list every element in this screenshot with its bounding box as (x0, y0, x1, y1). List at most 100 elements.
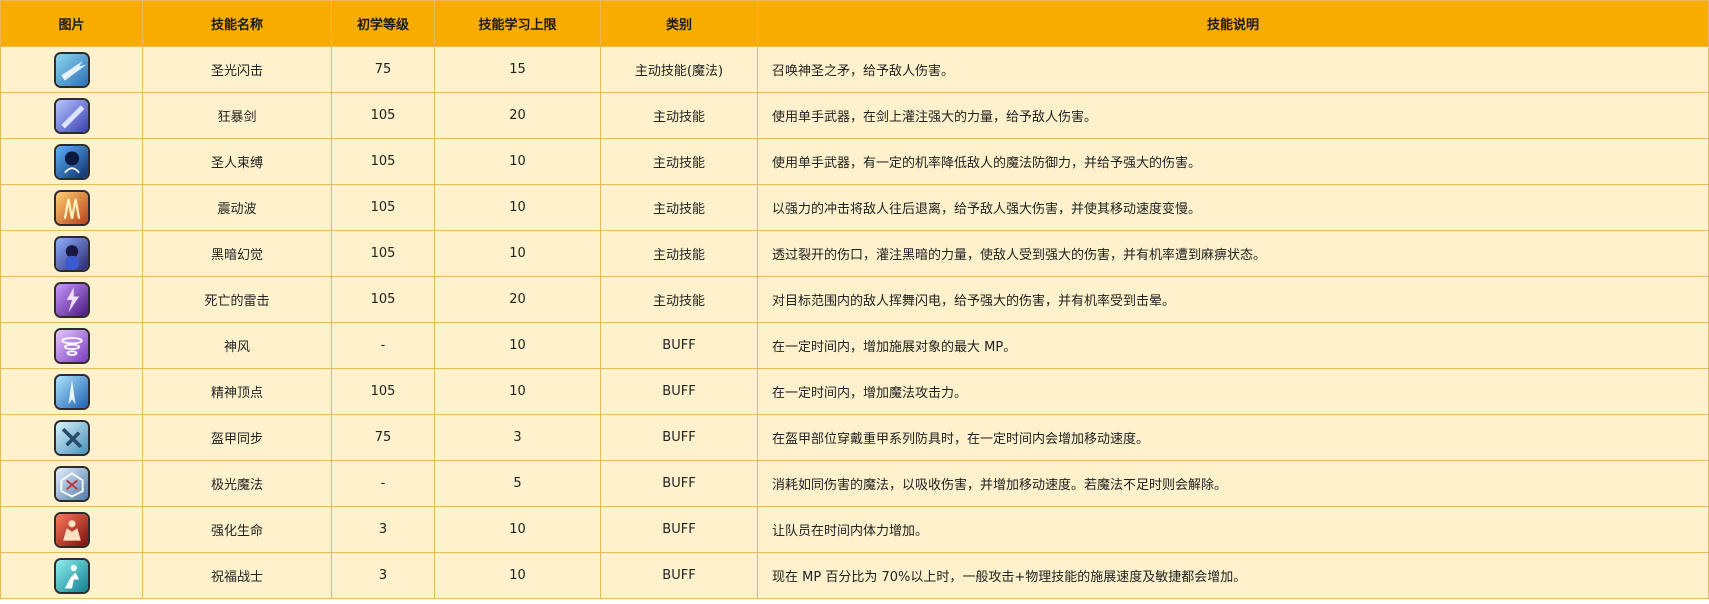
skill-max: 10 (434, 230, 601, 277)
skill-desc: 让队员在时间内体力增加。 (757, 506, 1709, 553)
skill-type: 主动技能 (600, 138, 758, 185)
skill-level: 105 (331, 138, 435, 185)
divine-wind-icon (53, 327, 90, 364)
skill-name: 盔甲同步 (142, 414, 332, 461)
skill-level: 105 (331, 184, 435, 231)
skill-max: 10 (434, 552, 601, 599)
skill-desc: 对目标范围内的敌人挥舞闪电，给予强大的伤害，并有机率受到击晕。 (757, 276, 1709, 323)
enhance-life-icon (53, 511, 90, 548)
skill-max: 3 (434, 414, 601, 461)
skill-desc: 使用单手武器，有一定的机率降低敌人的魔法防御力，并给予强大的伤害。 (757, 138, 1709, 185)
table-row: 死亡的雷击 105 20 主动技能 对目标范围内的敌人挥舞闪电，给予强大的伤害，并有机率… (0, 276, 1709, 323)
skill-max: 20 (434, 276, 601, 323)
skill-type: BUFF (600, 414, 758, 461)
header-desc: 技能说明 (757, 0, 1709, 47)
skill-icon-cell (0, 138, 143, 185)
skill-name: 强化生命 (142, 506, 332, 553)
skill-level: 75 (331, 414, 435, 461)
skills-table: 图片 技能名称 初学等级 技能学习上限 类别 技能说明 圣光闪击 75 15 主动技能… (0, 0, 1709, 599)
skill-max: 10 (434, 506, 601, 553)
armor-sync-icon (53, 419, 90, 456)
skill-level: 75 (331, 46, 435, 93)
skill-max: 15 (434, 46, 601, 93)
table-row: 精神顶点 105 10 BUFF 在一定时间内，增加魔法攻击力。 (0, 368, 1709, 415)
skill-level: 105 (331, 368, 435, 415)
skill-type: BUFF (600, 552, 758, 599)
skill-max: 10 (434, 322, 601, 369)
skill-name: 死亡的雷击 (142, 276, 332, 323)
skill-level: 3 (331, 552, 435, 599)
skill-desc: 在一定时间内，增加施展对象的最大 MP。 (757, 322, 1709, 369)
header-type: 类别 (600, 0, 758, 47)
table-row: 狂暴剑 105 20 主动技能 使用单手武器，在剑上灌注强大的力量，给予敌人伤害。 (0, 92, 1709, 139)
table-row: 圣人束缚 105 10 主动技能 使用单手武器，有一定的机率降低敌人的魔法防御力，并给予… (0, 138, 1709, 185)
skill-name: 精神顶点 (142, 368, 332, 415)
skill-icon-cell (0, 276, 143, 323)
table-row: 神风 -10 BUFF 在一定时间内，增加施展对象的最大 MP。 (0, 322, 1709, 369)
skill-type: 主动技能 (600, 276, 758, 323)
skill-name: 极光魔法 (142, 460, 332, 507)
skill-type: 主动技能 (600, 230, 758, 277)
skill-type: 主动技能 (600, 184, 758, 231)
skill-icon-cell (0, 506, 143, 553)
header-max: 技能学习上限 (434, 0, 601, 47)
table-row: 盔甲同步 75 3 BUFF 在盔甲部位穿戴重甲系列防具时，在一定时间内会增加移动速度。 (0, 414, 1709, 461)
berserk-sword-icon (53, 97, 90, 134)
table-row: 圣光闪击 75 15 主动技能(魔法) 召唤神圣之矛，给予敌人伤害。 (0, 46, 1709, 93)
skill-max: 20 (434, 92, 601, 139)
spirit-peak-icon (53, 373, 90, 410)
skill-level: 105 (331, 230, 435, 277)
skill-type: BUFF (600, 322, 758, 369)
table-header: 图片 技能名称 初学等级 技能学习上限 类别 技能说明 (0, 0, 1709, 47)
skill-icon-cell (0, 414, 143, 461)
skill-icon-cell (0, 322, 143, 369)
skill-desc: 在一定时间内，增加魔法攻击力。 (757, 368, 1709, 415)
skill-max: 10 (434, 138, 601, 185)
header-icon: 图片 (0, 0, 143, 47)
skill-level: - (331, 322, 435, 369)
table-row: 祝福战士 3 10 BUFF 现在 MP 百分比为 70%以上时，一般攻击+物理技能的施… (0, 552, 1709, 599)
skill-desc: 以强力的冲击将敌人往后退离，给予敌人强大伤害，并使其移动速度变慢。 (757, 184, 1709, 231)
skill-name: 神风 (142, 322, 332, 369)
bless-warrior-icon (53, 557, 90, 594)
death-thunder-icon (53, 281, 90, 318)
skill-name: 黑暗幻觉 (142, 230, 332, 277)
skill-max: 10 (434, 184, 601, 231)
skill-desc: 现在 MP 百分比为 70%以上时，一般攻击+物理技能的施展速度及敏捷都会增加。 (757, 552, 1709, 599)
skill-icon-cell (0, 184, 143, 231)
table-row: 黑暗幻觉 105 10 主动技能 透过裂开的伤口，灌注黑暗的力量，使敌人受到强大的伤害，… (0, 230, 1709, 277)
skill-desc: 召唤神圣之矛，给予敌人伤害。 (757, 46, 1709, 93)
skill-name: 震动波 (142, 184, 332, 231)
skill-icon-cell (0, 92, 143, 139)
skill-desc: 消耗如同伤害的魔法，以吸收伤害，并增加移动速度。若魔法不足时则会解除。 (757, 460, 1709, 507)
skill-max: 10 (434, 368, 601, 415)
skill-name: 祝福战士 (142, 552, 332, 599)
shockwave-icon (53, 189, 90, 226)
skill-desc: 透过裂开的伤口，灌注黑暗的力量，使敌人受到强大的伤害，并有机率遭到麻痹状态。 (757, 230, 1709, 277)
skill-type: BUFF (600, 460, 758, 507)
skill-icon-cell (0, 230, 143, 277)
skill-max: 5 (434, 460, 601, 507)
skill-icon-cell (0, 552, 143, 599)
skill-type: 主动技能(魔法) (600, 46, 758, 93)
skill-desc: 使用单手武器，在剑上灌注强大的力量，给予敌人伤害。 (757, 92, 1709, 139)
holy-bind-icon (53, 143, 90, 180)
skill-name: 圣光闪击 (142, 46, 332, 93)
skill-type: 主动技能 (600, 92, 758, 139)
table-body: 圣光闪击 75 15 主动技能(魔法) 召唤神圣之矛，给予敌人伤害。 狂暴剑 105 20 主动… (0, 46, 1709, 599)
header-level: 初学等级 (331, 0, 435, 47)
skill-icon-cell (0, 368, 143, 415)
table-row: 极光魔法 -5 BUFF 消耗如同伤害的魔法，以吸收伤害，并增加移动速度。若魔法不足时… (0, 460, 1709, 507)
aurora-magic-icon (53, 465, 90, 502)
skill-desc: 在盔甲部位穿戴重甲系列防具时，在一定时间内会增加移动速度。 (757, 414, 1709, 461)
skill-icon-cell (0, 460, 143, 507)
table-row: 强化生命 3 10 BUFF 让队员在时间内体力增加。 (0, 506, 1709, 553)
skill-type: BUFF (600, 506, 758, 553)
holy-flash-icon (53, 51, 90, 88)
skill-level: 105 (331, 92, 435, 139)
skill-level: 3 (331, 506, 435, 553)
skill-name: 狂暴剑 (142, 92, 332, 139)
skill-level: 105 (331, 276, 435, 323)
skill-name: 圣人束缚 (142, 138, 332, 185)
header-name: 技能名称 (142, 0, 332, 47)
